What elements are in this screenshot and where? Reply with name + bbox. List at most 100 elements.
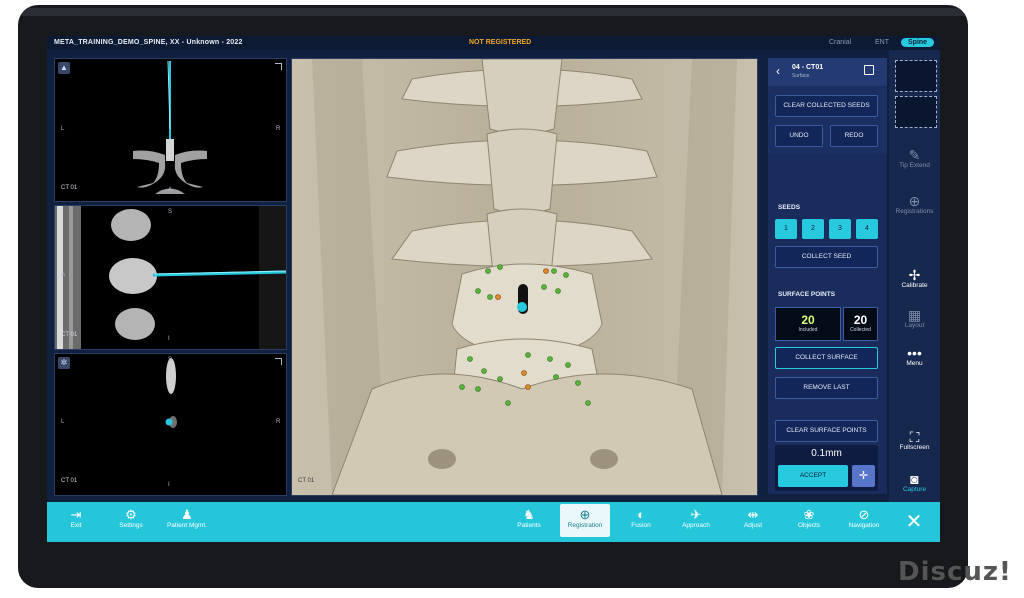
seed-button-3[interactable]: 3 [829,219,851,239]
objects-button[interactable]: ❀ Objects [793,507,825,529]
adjust-icon: ⇹ [747,507,759,522]
mode-cranial[interactable]: Cranial [829,39,851,46]
registrations-button[interactable]: ⊕ Registrations [889,194,940,215]
exit-label: Exit [70,522,82,529]
settings-button[interactable]: ⚙ Settings [111,507,151,529]
included-value: 20 [801,313,815,327]
close-icon[interactable]: ✕ [899,510,929,534]
capture-button[interactable]: ◙ Capture [889,472,940,493]
fusion-label: Fusion [631,522,651,529]
calibrate-label: Calibrate [901,282,928,289]
sagittal-slice-image [55,206,286,349]
objects-label: Objects [797,522,821,529]
registration-icon: ⊕ [908,193,921,209]
right-sidebar: ✎ Tip Extend ⊕ Registrations ✢ Calibrate… [889,50,940,502]
remove-last-button[interactable]: REMOVE LAST [775,377,878,399]
navigation-button[interactable]: ⊘ Navigation [843,507,885,529]
collected-label: Collected [850,327,871,333]
mode-ent[interactable]: ENT [875,39,889,46]
navigation-label: Navigation [848,522,880,529]
undo-button[interactable]: UNDO [775,125,823,147]
panel-header: ‹ 04 - CT01 Surface [768,58,887,86]
fusion-button[interactable]: ◐ Fusion [625,507,657,529]
menu-label: Menu [906,360,923,367]
layout-label: Layout [904,322,925,329]
approach-button[interactable]: ✈ Approach [677,507,715,529]
exit-button[interactable]: ⇥ Exit [65,507,87,529]
menu-button[interactable]: ••• Menu [889,346,940,367]
collect-surface-button[interactable]: COLLECT SURFACE [775,347,878,369]
seed-button-2[interactable]: 2 [802,219,824,239]
fusion-icon: ◐ [637,507,645,522]
orient-bottom: I [168,336,170,342]
back-chevron-icon[interactable]: ‹ [776,64,780,78]
collect-seed-button[interactable]: COLLECT SEED [775,246,878,268]
approach-icon: ✈ [690,507,702,522]
registrations-label: Registrations [895,208,934,215]
registration-panel: ‹ 04 - CT01 Surface CLEAR COLLECTED SEED… [768,58,887,494]
mode-spine[interactable]: Spine [901,38,935,47]
included-count: 20 Included [775,307,841,341]
viewport-label: CT 01 [61,478,78,484]
registration-status: NOT REGISTERED [469,39,532,46]
adjust-label: Adjust [743,522,763,529]
orient-bottom: I [168,482,170,488]
fullscreen-label: Fullscreen [899,444,930,451]
app-screen: META_TRAINING_DEMO_SPINE, XX - Unknown -… [47,36,940,542]
panel-title: 04 - CT01 [792,64,824,71]
patients-label: Patients [517,522,541,529]
accept-button[interactable]: ACCEPT [778,465,848,487]
main-3d-viewport[interactable]: ◉ [291,58,758,496]
patient-title: META_TRAINING_DEMO_SPINE, XX - Unknown -… [54,39,243,46]
patient-mgmt-button[interactable]: ♟ Patient Mgmt. [161,507,213,529]
patients-icon: ♞ [523,507,535,522]
thumbnail-view-1[interactable] [895,60,937,92]
fullscreen-button[interactable]: ⛶ Fullscreen [889,430,940,451]
surface-points-heading: SURFACE POINTS [778,291,836,298]
registration-icon: ⊕ [579,507,591,522]
orient-right: R [276,419,281,425]
axial-slice-image [133,60,207,194]
registration-tab[interactable]: ⊕ Registration [560,504,610,537]
pen-icon: ✎ [908,147,921,163]
distance-value: 0.1mm [811,448,842,459]
calibrate-icon: ✢ [908,267,921,283]
seeds-heading: SEEDS [778,204,801,211]
tip-extend-label: Tip Extend [899,162,930,169]
coronal-slice-image [165,358,177,428]
axial-viewport[interactable]: ▲ L R A CT 01 [54,58,287,202]
viewport-label: CT 01 [61,332,78,338]
collected-value: 20 [853,313,868,327]
seed-button-1[interactable]: 1 [775,219,797,239]
seed-button-4[interactable]: 4 [856,219,878,239]
more-dots-icon: ••• [907,345,922,361]
clear-collected-seeds-button[interactable]: CLEAR COLLECTED SEEDS [775,95,878,117]
orient-left: L [61,419,65,425]
crosshair-icon[interactable]: ✛ [852,465,875,487]
layout-button[interactable]: ▦ Layout [889,308,940,329]
adjust-button[interactable]: ⇹ Adjust [739,507,767,529]
tip-extend-button[interactable]: ✎ Tip Extend [889,148,940,169]
registration-label: Registration [567,522,603,529]
approach-label: Approach [682,522,710,529]
exit-icon: ⇥ [70,507,82,522]
bottom-toolbar: ⇥ Exit ⚙ Settings ♟ Patient Mgmt. ♞ Patients… [47,502,940,542]
thumbnail-view-2[interactable] [895,96,937,128]
monitor-highlight [22,8,964,16]
redo-button[interactable]: REDO [830,125,878,147]
orient-right: R [276,126,281,132]
spine-3d-render [292,59,757,495]
included-label: Included [798,327,818,333]
edit-icon[interactable] [864,65,874,75]
clear-surface-points-button[interactable]: CLEAR SURFACE POINTS [775,420,878,442]
accept-box: 0.1mm ACCEPT ✛ [775,445,878,491]
sagittal-viewport[interactable]: ▦ S A I CT 01 [54,205,287,350]
capture-label: Capture [902,486,927,493]
watermark: Discuz! [898,557,1012,587]
patient-settings-icon: ♟ [181,507,193,522]
patients-button[interactable]: ♞ Patients [511,507,547,529]
calibrate-button[interactable]: ✢ Calibrate [889,268,940,289]
orient-bottom: A [168,187,173,193]
orient-left: A [61,272,66,278]
coronal-viewport[interactable]: ✲ S L R I CT 01 [54,353,287,496]
